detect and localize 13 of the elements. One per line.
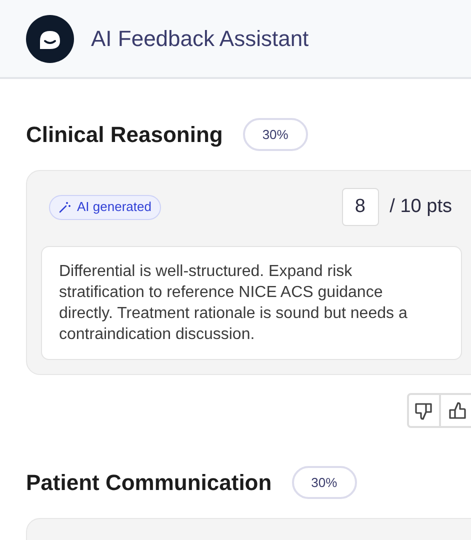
section-title: Patient Communication	[26, 469, 272, 497]
weight-badge: 30%	[242, 118, 308, 151]
score-input[interactable]: 8	[342, 188, 379, 226]
section-title: Clinical Reasoning	[26, 121, 223, 149]
max-points: / 10 pts	[390, 194, 452, 219]
weight-badge: 30%	[292, 466, 357, 499]
header-title: AI Feedback Assistant	[91, 25, 309, 53]
feedback-text[interactable]: Differential is well-structured. Expand risk stratification to reference NICE ACS guidance directly. Treatment rationale is sound but needs a contraindication discussion.	[41, 246, 462, 360]
ai-generated-badge: AI generated	[49, 194, 162, 220]
chat-bubble-logo-icon	[26, 14, 74, 62]
thumbs-up-icon	[447, 400, 467, 420]
magic-wand-icon	[59, 201, 71, 213]
thumbs-down-icon	[414, 400, 434, 420]
